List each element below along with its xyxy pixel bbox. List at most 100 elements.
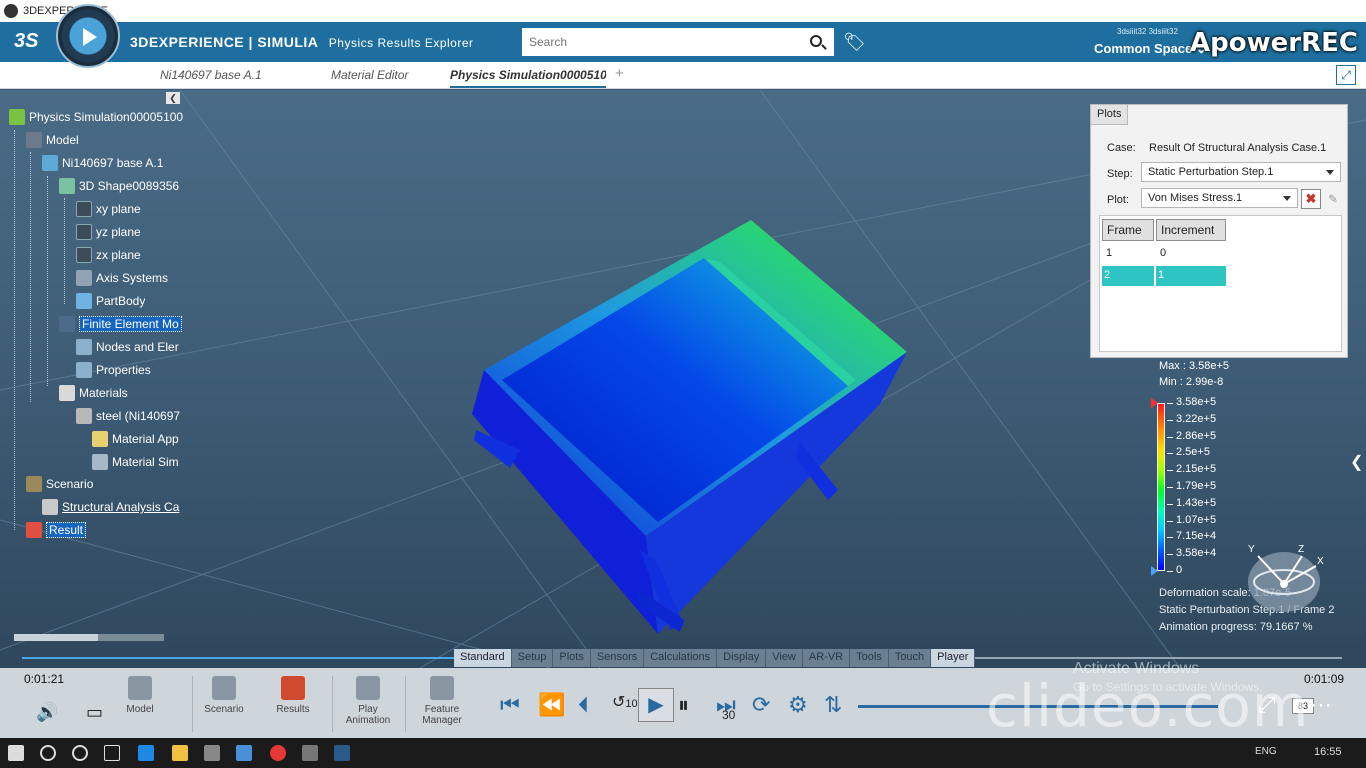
- store-icon[interactable]: [204, 745, 220, 761]
- tree-node-scenario[interactable]: Scenario: [26, 474, 93, 494]
- command-tab[interactable]: Standard: [454, 649, 512, 667]
- min-marker-icon: [1151, 566, 1158, 576]
- command-tab[interactable]: Touch: [889, 649, 932, 667]
- task-view-icon[interactable]: [104, 745, 120, 761]
- tree-node-product[interactable]: Ni140697 base A.1: [42, 153, 163, 173]
- increment-cell[interactable]: 1: [1156, 266, 1226, 286]
- shape-icon: [59, 178, 75, 194]
- cortana-icon[interactable]: [72, 745, 88, 761]
- tree-node-yz-plane[interactable]: yz plane: [76, 222, 141, 242]
- tab-physics-simulation[interactable]: Physics Simulation0000510: [450, 68, 606, 88]
- step-back-icon[interactable]: ⏴: [578, 692, 589, 718]
- expand-icon[interactable]: ⤢: [1336, 65, 1356, 85]
- results-tool[interactable]: Results: [263, 676, 323, 715]
- legend-max: Max : 3.58e+5: [1159, 360, 1230, 372]
- tree-node-material-sim[interactable]: Material Sim: [92, 452, 184, 472]
- start-icon[interactable]: [8, 745, 24, 761]
- search-icon[interactable]: [810, 35, 822, 47]
- settings-gear-icon[interactable]: ⚙: [788, 692, 808, 718]
- loop-icon[interactable]: ⟳: [752, 692, 770, 718]
- command-tab[interactable]: Sensors: [591, 649, 645, 667]
- app-icon[interactable]: [236, 745, 252, 761]
- time-elapsed: 0:01:21: [24, 672, 65, 686]
- language-indicator[interactable]: ENG: [1255, 746, 1277, 757]
- scroll-thumb[interactable]: [14, 634, 98, 641]
- model-tool[interactable]: Model: [110, 676, 170, 715]
- captions-icon[interactable]: ▭: [86, 702, 103, 723]
- tree-node-axis-systems[interactable]: Axis Systems: [76, 268, 168, 288]
- user-ids: 3dsiiit32 3dsiiit32: [1117, 27, 1178, 36]
- tab-plots[interactable]: Plots: [1091, 105, 1129, 125]
- edge-icon[interactable]: [138, 745, 154, 761]
- scenario-tool-label: Scenario: [204, 704, 244, 715]
- pause-icon[interactable]: ⏸: [678, 692, 689, 718]
- 3dexperience-task-icon[interactable]: [334, 745, 350, 761]
- case-label: Case:: [1107, 142, 1136, 154]
- search-input[interactable]: [522, 28, 834, 56]
- ds-logo-icon[interactable]: 3S: [14, 30, 38, 53]
- frame-cell[interactable]: 1: [1104, 244, 1154, 264]
- command-tab[interactable]: AR-VR: [803, 649, 851, 667]
- space-label: Common Space: [1094, 41, 1193, 56]
- command-tab[interactable]: Setup: [512, 649, 554, 667]
- first-frame-icon[interactable]: ⏮: [500, 692, 520, 718]
- tab-material-editor[interactable]: Material Editor: [331, 68, 408, 82]
- more-icon[interactable]: ⋯: [1310, 692, 1332, 718]
- search-task-icon[interactable]: [40, 745, 56, 761]
- plane-icon: [76, 247, 92, 263]
- calculator-icon[interactable]: [302, 745, 318, 761]
- tab-base[interactable]: Ni140697 base A.1: [160, 68, 262, 82]
- tree-scrollbar[interactable]: [14, 634, 164, 641]
- feature-manager-icon: [430, 676, 454, 700]
- step-select[interactable]: Static Perturbation Step.1: [1141, 162, 1341, 182]
- tree-node-fem[interactable]: Finite Element Mo: [59, 314, 184, 334]
- properties-icon: [76, 362, 92, 378]
- increment-cell[interactable]: 0: [1158, 244, 1226, 264]
- tree-node-material-app[interactable]: Material App: [92, 429, 184, 449]
- tree-node-zx-plane[interactable]: zx plane: [76, 245, 141, 265]
- tree-node-properties[interactable]: Properties: [76, 360, 151, 380]
- tree-node-result[interactable]: Result: [26, 520, 87, 540]
- plot-options-icon[interactable]: ✖: [1301, 189, 1321, 209]
- skip-back-icon[interactable]: ↺10: [612, 692, 638, 712]
- tree-node-nodes[interactable]: Nodes and Eler: [76, 337, 184, 357]
- chrome-icon[interactable]: [270, 745, 286, 761]
- tree-node-structural[interactable]: Structural Analysis Ca: [42, 497, 184, 517]
- tree-node-materials[interactable]: Materials: [59, 383, 128, 403]
- nodes-icon: [76, 339, 92, 355]
- tree-node-steel[interactable]: steel (Ni140697: [76, 406, 184, 426]
- compass-widget[interactable]: [56, 4, 120, 68]
- tree-node-shape[interactable]: 3D Shape0089356: [59, 176, 179, 196]
- rewind-icon[interactable]: ⏪: [538, 692, 565, 718]
- add-tab-icon[interactable]: +: [615, 65, 624, 82]
- chevron-left-icon[interactable]: ❮: [1350, 452, 1363, 472]
- clock[interactable]: 16:55: [1314, 746, 1342, 758]
- tree-node-model[interactable]: Model: [26, 130, 79, 150]
- command-tab[interactable]: Display: [717, 649, 767, 667]
- app-header: 3S 3DEXPERIENCE | SIMULIA Physics Result…: [0, 22, 1366, 62]
- command-tab[interactable]: Plots: [553, 649, 591, 667]
- tree-node-root[interactable]: Physics Simulation00005100: [9, 107, 183, 127]
- tree-node-partbody[interactable]: PartBody: [76, 291, 145, 311]
- toolbar-separator: [332, 676, 333, 732]
- explorer-icon[interactable]: [172, 745, 188, 761]
- volume-icon[interactable]: 🔊: [36, 702, 58, 723]
- edit-icon[interactable]: ✎: [1324, 189, 1342, 209]
- swap-icon[interactable]: ⇅: [824, 692, 842, 718]
- command-tab[interactable]: View: [766, 649, 803, 667]
- play-button[interactable]: ▶: [638, 688, 674, 722]
- command-tab[interactable]: Tools: [850, 649, 889, 667]
- fea-model[interactable]: [472, 220, 907, 634]
- feature-manager-tool[interactable]: Feature Manager: [412, 676, 472, 726]
- play-animation-tool[interactable]: Play Animation: [338, 676, 398, 726]
- command-tab[interactable]: Player: [931, 649, 976, 667]
- axis-triad[interactable]: Z X Y: [1244, 544, 1324, 616]
- dropdown-caret-icon: [1326, 170, 1334, 175]
- frame-cell[interactable]: 2: [1102, 266, 1154, 286]
- tree-node-xy-plane[interactable]: xy plane: [76, 199, 141, 219]
- scenario-tool[interactable]: Scenario: [194, 676, 254, 715]
- command-tab[interactable]: Calculations: [644, 649, 718, 667]
- collapse-tree-icon[interactable]: ❮: [166, 92, 180, 104]
- plot-select[interactable]: Von Mises Stress.1: [1141, 188, 1298, 208]
- tag-icon[interactable]: 🏷: [843, 32, 866, 53]
